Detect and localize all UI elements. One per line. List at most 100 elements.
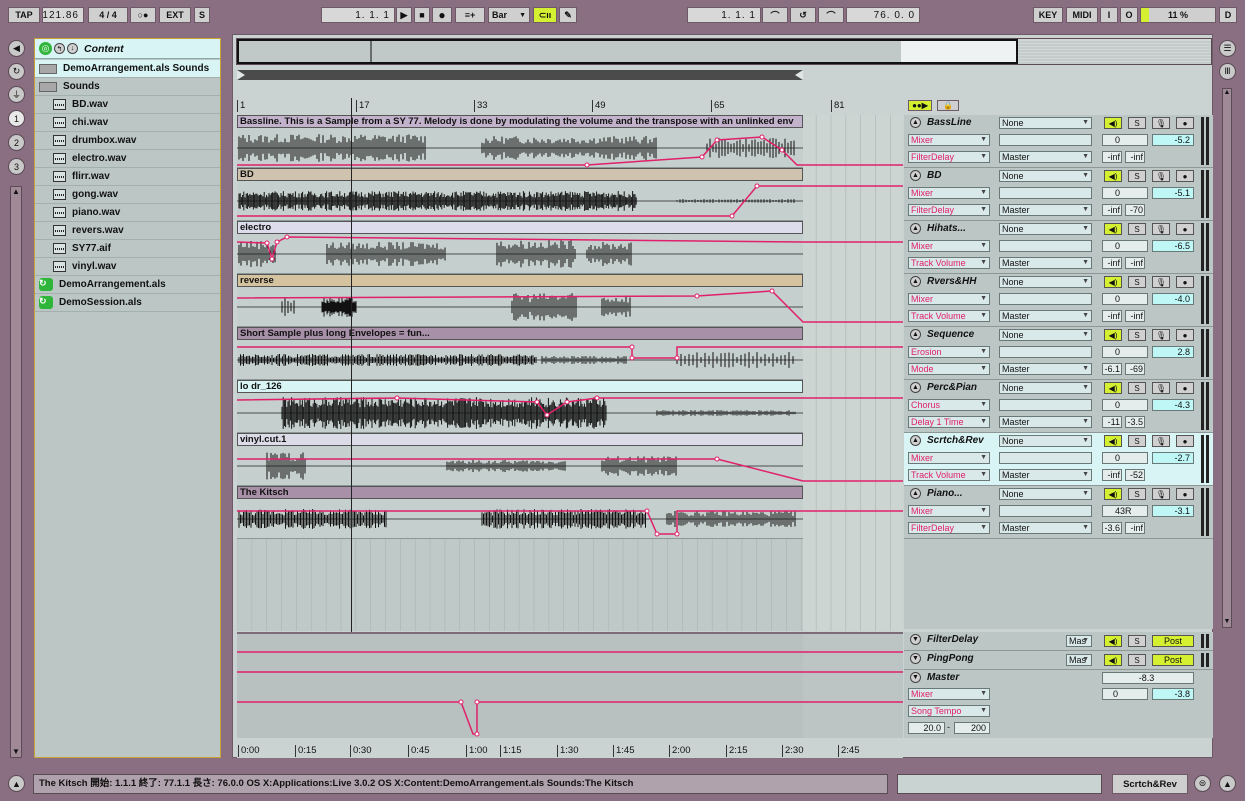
return-output-select[interactable]: Mas: [1066, 635, 1092, 647]
arrangement-track[interactable]: Bassline. This is a Sample from a SY 77.…: [237, 115, 903, 168]
loop-icon[interactable]: ↺: [790, 7, 816, 23]
volume-field[interactable]: -4.0: [1152, 293, 1194, 305]
key-map-button[interactable]: KEY: [1033, 7, 1063, 23]
device-select[interactable]: Chorus: [908, 399, 990, 411]
browser-item[interactable]: flirr.wav: [35, 168, 220, 186]
pan-field[interactable]: 0: [1102, 452, 1148, 464]
input-channel-select[interactable]: [999, 240, 1092, 252]
punch-out-icon[interactable]: ⌒: [818, 7, 844, 23]
arrangement-view-icon[interactable]: Ⅲ: [1219, 63, 1236, 80]
solo-button[interactable]: S: [1128, 488, 1146, 500]
browser-item[interactable]: BD.wav: [35, 96, 220, 114]
parent-folder-icon[interactable]: ↰: [54, 43, 65, 54]
browser-refresh-icon[interactable]: ↻: [8, 63, 25, 80]
input-select[interactable]: None: [999, 329, 1092, 341]
arrangement-track[interactable]: reverse: [236, 274, 903, 327]
cue-headphone-icon[interactable]: 🎙: [1152, 329, 1170, 341]
device-select[interactable]: Mixer: [908, 187, 990, 199]
track-title[interactable]: ▲ Sequence: [910, 329, 974, 340]
fold-icon[interactable]: ▲: [910, 488, 921, 499]
return-title[interactable]: ▼ FilterDelay: [910, 634, 978, 645]
volume-field[interactable]: 2.8: [1152, 346, 1194, 358]
file-browser-1-icon[interactable]: 1: [8, 110, 25, 127]
arm-record-icon[interactable]: ●: [1176, 435, 1194, 447]
arrangement-track[interactable]: electro: [236, 221, 903, 274]
clip-title[interactable]: lo dr_126: [237, 380, 803, 393]
fold-icon[interactable]: ▼: [910, 653, 921, 664]
clip-title[interactable]: electro: [237, 221, 803, 234]
arrangement-overview[interactable]: [236, 38, 1212, 65]
solo-button[interactable]: S: [1128, 635, 1146, 647]
tap-button[interactable]: TAP: [8, 7, 40, 23]
lock-icon[interactable]: 🔒: [937, 100, 959, 111]
cue-headphone-icon[interactable]: 🎙: [1152, 435, 1170, 447]
post-button[interactable]: Post: [1152, 635, 1194, 647]
fold-icon[interactable]: ▼: [910, 634, 921, 645]
output-select[interactable]: Master: [999, 257, 1092, 269]
speaker-icon[interactable]: ◀): [1104, 654, 1122, 666]
input-channel-select[interactable]: [999, 452, 1092, 464]
tempo-field[interactable]: 121.86: [42, 7, 84, 23]
device-select[interactable]: Mixer: [908, 505, 990, 517]
cue-headphone-icon[interactable]: 🎙: [1152, 488, 1170, 500]
browser-item[interactable]: Sounds: [35, 78, 220, 96]
device-select[interactable]: Mixer: [908, 240, 990, 252]
follow-button[interactable]: ⊂ıı: [533, 7, 557, 23]
clip-title[interactable]: reverse: [237, 274, 803, 287]
master-pan[interactable]: 0: [1102, 688, 1148, 700]
browser-item[interactable]: piano.wav: [35, 204, 220, 222]
master-param-select[interactable]: Song Tempo: [908, 705, 990, 717]
output-select[interactable]: Master: [999, 469, 1092, 481]
beat-ruler[interactable]: [237, 98, 903, 114]
pan-field[interactable]: 0: [1102, 293, 1148, 305]
browser-item[interactable]: DemoArrangement.als Sounds: [35, 60, 220, 78]
output-select[interactable]: Master: [999, 416, 1092, 428]
input-select[interactable]: None: [999, 435, 1092, 447]
loop-brace[interactable]: [237, 70, 803, 80]
parameter-select[interactable]: FilterDelay: [908, 204, 990, 216]
arm-record-icon[interactable]: ●: [1176, 223, 1194, 235]
master-volume[interactable]: -3.8: [1152, 688, 1194, 700]
output-select[interactable]: Master: [999, 363, 1092, 375]
input-channel-select[interactable]: [999, 346, 1092, 358]
fold-icon[interactable]: ▲: [910, 382, 921, 393]
help-up-icon[interactable]: ▲: [8, 775, 25, 792]
arm-record-icon[interactable]: ●: [1176, 276, 1194, 288]
stop-icon[interactable]: ■: [414, 7, 430, 23]
speaker-icon[interactable]: ◀): [1104, 488, 1122, 500]
time-signature-field[interactable]: 4 / 4: [88, 7, 128, 23]
device-view-icon[interactable]: ⊜: [1194, 775, 1211, 792]
solo-button[interactable]: S: [1128, 117, 1146, 129]
show-detail-icon[interactable]: ▲: [1219, 775, 1236, 792]
punch-in-icon[interactable]: ⌒: [762, 7, 788, 23]
output-select[interactable]: Master: [999, 522, 1092, 534]
scroll-up-icon[interactable]: ▲: [1223, 89, 1231, 98]
track-title[interactable]: ▲ Rvers&HH: [910, 276, 976, 287]
browser-item[interactable]: gong.wav: [35, 186, 220, 204]
solo-button[interactable]: S: [1128, 435, 1146, 447]
browser-item[interactable]: vinyl.wav: [35, 258, 220, 276]
loop-length-field[interactable]: 76. 0. 0: [846, 7, 920, 23]
track-title[interactable]: ▲ Piano...: [910, 488, 963, 499]
solo-button[interactable]: S: [1128, 170, 1146, 182]
browser-item[interactable]: electro.wav: [35, 150, 220, 168]
pan-field[interactable]: 0: [1102, 240, 1148, 252]
record-icon[interactable]: ●: [432, 7, 452, 23]
down-folder-icon[interactable]: ↓: [67, 43, 78, 54]
input-select[interactable]: None: [999, 276, 1092, 288]
solo-button[interactable]: S: [1128, 276, 1146, 288]
volume-field[interactable]: -2.7: [1152, 452, 1194, 464]
fold-icon[interactable]: ▲: [910, 276, 921, 287]
browser-item[interactable]: revers.wav: [35, 222, 220, 240]
arrangement-track[interactable]: BD: [237, 168, 903, 221]
master-min-field[interactable]: 20.0: [908, 722, 945, 734]
device-select[interactable]: Mixer: [908, 452, 990, 464]
fold-icon[interactable]: ▲: [910, 170, 921, 181]
input-select[interactable]: None: [999, 488, 1092, 500]
cue-headphone-icon[interactable]: 🎙: [1152, 223, 1170, 235]
clip-title[interactable]: BD: [237, 168, 803, 181]
browser-scrollbar[interactable]: ▲ ▼: [10, 186, 22, 758]
sync-s-button[interactable]: S: [194, 7, 210, 23]
cue-headphone-icon[interactable]: 🎙: [1152, 382, 1170, 394]
pan-field[interactable]: 43R: [1102, 505, 1148, 517]
